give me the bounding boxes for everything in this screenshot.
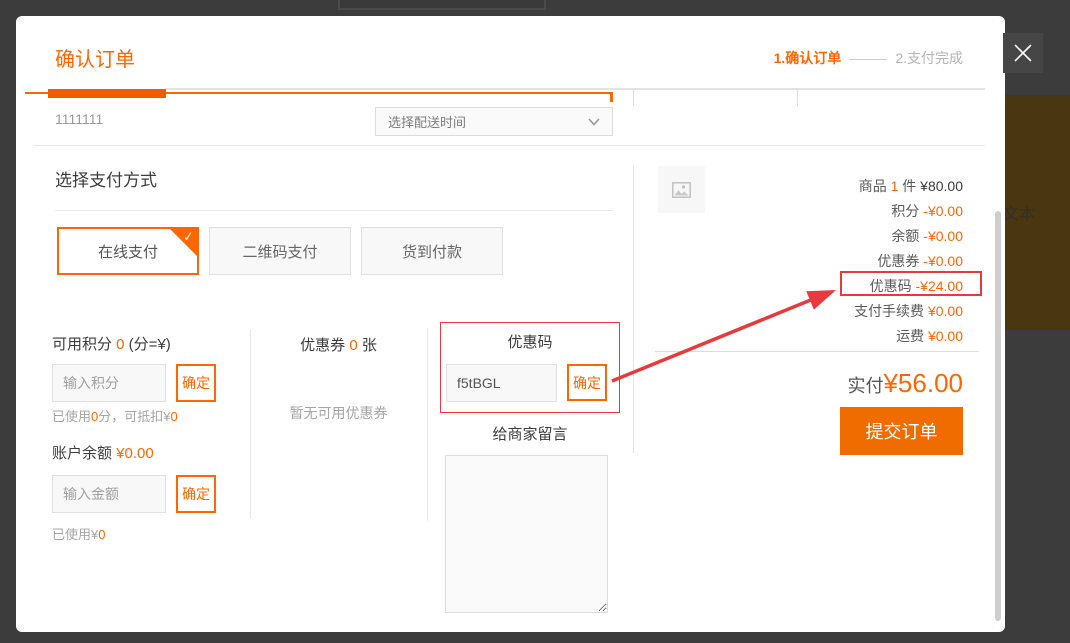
promo-code-input[interactable]	[446, 364, 557, 402]
points-input[interactable]	[52, 364, 166, 402]
goods-unit: 件	[898, 178, 920, 194]
tab-qrcode-payment[interactable]: 二维码支付	[209, 227, 351, 275]
row-label: 支付手续费	[854, 303, 928, 319]
tab-label: 二维码支付	[242, 241, 317, 262]
row-label: 积分	[891, 203, 923, 219]
points-label-suffix: (分=¥)	[125, 336, 171, 353]
table-column-divider	[797, 88, 798, 106]
promo-code-title: 优惠码	[440, 331, 620, 352]
points-confirm-button[interactable]: 确定	[176, 364, 216, 402]
points-label-text: 可用积分	[52, 336, 116, 353]
balance-used-note: 已使用¥0	[52, 524, 105, 543]
tab-underline-end	[610, 92, 613, 102]
used-prefix: 已使用¥	[52, 527, 98, 542]
total-line: 实付¥56.00	[847, 368, 963, 399]
goods-amount: ¥80.00	[920, 178, 963, 194]
summary-divider	[655, 351, 979, 352]
step-pay-complete: 2.支付完成	[895, 50, 963, 66]
delivery-time-select[interactable]: 选择配送时间	[375, 107, 613, 136]
row-label: 优惠券	[877, 253, 923, 269]
background-input-fragment	[338, 0, 546, 10]
summary-row-balance: 余额 -¥0.00	[636, 224, 963, 249]
coupon-count: 0	[349, 337, 357, 354]
step-confirm-order: 1.确认订单	[774, 50, 842, 66]
points-used-note: 已使用0分，可抵扣¥0	[52, 406, 178, 425]
available-points-label: 可用积分 0 (分=¥)	[52, 333, 171, 354]
tab-cash-on-delivery[interactable]: 货到付款	[361, 227, 503, 275]
merchant-message-label: 给商家留言	[440, 423, 620, 444]
row-label: 余额	[891, 228, 923, 244]
table-column-divider	[633, 88, 634, 106]
check-icon: ✓	[182, 228, 195, 245]
balance-input[interactable]	[52, 475, 166, 513]
column-divider	[427, 329, 428, 521]
account-balance-label: 账户余额 ¥0.00	[52, 442, 154, 463]
coupon-empty-text: 暂无可用优惠券	[250, 403, 427, 423]
tab-online-payment[interactable]: 在线支付 ✓	[57, 227, 199, 275]
total-label: 实付	[847, 376, 883, 396]
summary-panel-divider	[633, 165, 634, 453]
summary-row-shipping: 运费 ¥0.00	[636, 324, 963, 349]
summary-row-fee: 支付手续费 ¥0.00	[636, 299, 963, 324]
total-value: ¥56.00	[883, 368, 963, 398]
coupon-unit: 张	[358, 337, 377, 354]
balance-label-text: 账户余额	[52, 445, 116, 462]
deduct-value: 0	[170, 409, 177, 424]
row-value: -¥0.00	[923, 228, 963, 244]
promo-row-highlight-box	[840, 271, 982, 296]
points-available-value: 0	[116, 336, 124, 353]
checkout-steps: 1.确认订单 2.支付完成	[774, 48, 963, 68]
summary-row-goods: 商品 1 件 ¥80.00	[636, 174, 963, 199]
table-bottom-border	[165, 88, 985, 90]
row-label: 商品	[859, 178, 891, 194]
row-value: -¥0.00	[923, 253, 963, 269]
used-balance-value: 0	[98, 527, 105, 542]
modal-scrollbar-thumb[interactable]	[995, 211, 1001, 621]
balance-confirm-button[interactable]: 确定	[176, 475, 216, 513]
row-label: 运费	[896, 328, 928, 344]
submit-order-button[interactable]: 提交订单	[840, 407, 963, 455]
balance-value: ¥0.00	[116, 445, 154, 462]
summary-row-points: 积分 -¥0.00	[636, 199, 963, 224]
row-value: ¥0.00	[928, 303, 963, 319]
coupon-label: 优惠券	[300, 337, 349, 354]
used-mid: 分，可抵扣¥	[98, 409, 170, 424]
page-background: 文本 确认订单 1.确认订单 2.支付完成 1111111 选择配送时间 选择支付…	[0, 0, 1070, 643]
order-number-text: 1111111	[55, 111, 103, 127]
row-value: -¥0.00	[923, 203, 963, 219]
payment-heading-divider	[55, 210, 613, 211]
chevron-down-icon	[588, 118, 600, 126]
confirm-order-modal: 确认订单 1.确认订单2.支付完成 1111111 选择配送时间 选择支付方式 …	[16, 16, 1005, 632]
section-divider	[33, 145, 985, 146]
order-summary: 商品 1 件 ¥80.00 积分 -¥0.00 余额 -¥0.00 优惠券 -¥…	[636, 174, 963, 349]
close-icon	[1013, 43, 1033, 63]
tab-label: 货到付款	[402, 241, 462, 262]
step-divider	[849, 59, 887, 60]
background-text-fragment: 文本	[1003, 200, 1035, 224]
payment-method-heading: 选择支付方式	[55, 166, 157, 191]
column-divider	[250, 329, 251, 519]
tab-label: 在线支付	[98, 241, 158, 262]
used-prefix: 已使用	[52, 409, 91, 424]
coupon-title: 优惠券 0 张	[250, 334, 427, 355]
merchant-message-textarea[interactable]	[445, 455, 608, 613]
promo-confirm-button[interactable]: 确定	[567, 364, 607, 401]
delivery-time-value: 选择配送时间	[388, 112, 588, 131]
row-value: ¥0.00	[928, 328, 963, 344]
page-title: 确认订单	[55, 43, 135, 72]
active-tab-indicator	[48, 89, 166, 98]
close-button[interactable]	[1003, 33, 1043, 73]
